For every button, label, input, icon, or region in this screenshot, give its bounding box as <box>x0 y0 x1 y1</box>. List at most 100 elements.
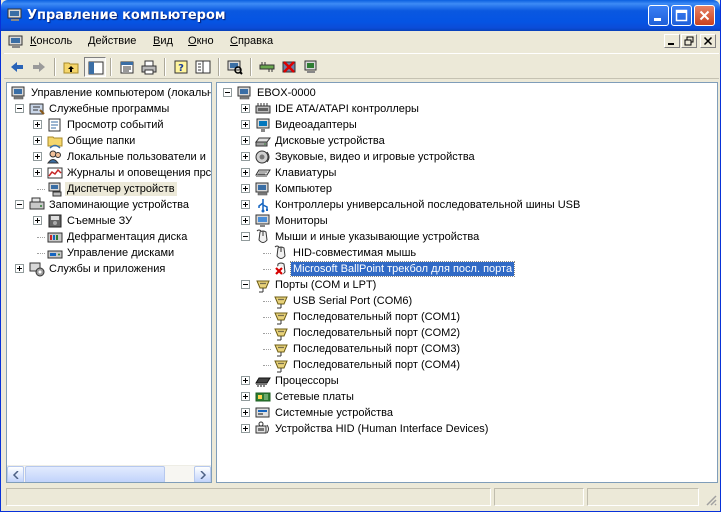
show-hide-tree-button[interactable] <box>84 57 106 77</box>
tree-item[interactable]: Видеоадаптеры <box>217 117 717 133</box>
device-tree-pane[interactable]: EBOX-0000 IDE ATA/ATAPI контроллеры Видеоа… <box>216 82 718 483</box>
expand-icon[interactable] <box>241 136 250 145</box>
expand-icon[interactable] <box>241 216 250 225</box>
resize-grip-icon[interactable] <box>705 494 717 506</box>
expand-icon[interactable] <box>241 104 250 113</box>
back-button[interactable] <box>6 57 28 77</box>
expand-icon[interactable] <box>241 392 250 401</box>
tree-item[interactable]: Запоминающие устройства <box>7 197 211 213</box>
up-folder-icon <box>63 62 79 74</box>
tree-item-label: IDE ATA/ATAPI контроллеры <box>275 103 419 115</box>
tree-item[interactable]: Процессоры <box>217 373 717 389</box>
mdi-close-button[interactable] <box>700 34 716 48</box>
expand-icon[interactable] <box>33 136 42 145</box>
minimize-button[interactable] <box>648 5 669 26</box>
disable-device-button[interactable] <box>300 57 322 77</box>
expand-icon[interactable] <box>241 120 250 129</box>
tree-item[interactable]: Дефрагментация диска <box>7 229 211 245</box>
tree-item[interactable]: Контроллеры универсальной последовательн… <box>217 197 717 213</box>
tree-item[interactable]: IDE ATA/ATAPI контроллеры <box>217 101 717 117</box>
expand-icon[interactable] <box>15 264 24 273</box>
tree-item[interactable]: USB Serial Port (COM6) <box>217 293 717 309</box>
tree-item-label: Последовательный порт (COM3) <box>293 343 461 355</box>
arrow-right-icon <box>200 471 207 479</box>
collapse-icon[interactable] <box>241 280 250 289</box>
tree-item-label: Дисковые устройства <box>275 135 385 147</box>
mdi-minimize-button[interactable] <box>664 34 680 48</box>
scan-hardware-button[interactable] <box>224 57 246 77</box>
tree-item-label: HID-совместимая мышь <box>293 247 417 259</box>
tree-item[interactable]: Компьютер <box>217 181 717 197</box>
tree-item[interactable]: Устройства HID (Human Interface Devices) <box>217 421 717 437</box>
tree-item[interactable]: Управление дисками <box>7 245 211 261</box>
scroll-left-button[interactable] <box>7 466 24 482</box>
menu-item-3[interactable]: Окно <box>188 35 214 47</box>
collapse-icon[interactable] <box>15 104 24 113</box>
menu-item-0[interactable]: Консоль <box>30 35 72 47</box>
tree-item[interactable]: Последовательный порт (COM1) <box>217 309 717 325</box>
expand-icon[interactable] <box>33 216 42 225</box>
console-tree-button[interactable] <box>192 57 214 77</box>
tree-item[interactable]: Просмотр событий <box>7 117 211 133</box>
expand-icon[interactable] <box>33 152 42 161</box>
tree-item[interactable]: Мониторы <box>217 213 717 229</box>
menu-item-4[interactable]: Справка <box>230 35 273 47</box>
tree-item[interactable]: Диспетчер устройств <box>7 181 211 197</box>
scroll-right-button[interactable] <box>194 466 211 482</box>
collapse-icon[interactable] <box>15 200 24 209</box>
expand-icon[interactable] <box>241 184 250 193</box>
expand-icon[interactable] <box>241 152 250 161</box>
tree-item[interactable]: Последовательный порт (COM4) <box>217 357 717 373</box>
uninstall-device-button[interactable] <box>278 57 300 77</box>
properties-button[interactable] <box>116 57 138 77</box>
tree-item[interactable]: Microsoft BallPoint трекбол для посл. по… <box>217 261 717 277</box>
tree-item[interactable]: Звуковые, видео и игровые устройства <box>217 149 717 165</box>
horizontal-scrollbar[interactable] <box>7 465 211 482</box>
menu-label-rest: правка <box>237 35 274 47</box>
mdi-restore-button[interactable] <box>681 34 697 48</box>
close-button[interactable] <box>694 5 715 26</box>
tree-item[interactable]: Порты (COM и LPT) <box>217 277 717 293</box>
expand-icon[interactable] <box>241 200 250 209</box>
menu-item-2[interactable]: Вид <box>153 35 173 47</box>
expand-icon[interactable] <box>33 168 42 177</box>
menu-item-1[interactable]: Действие <box>88 35 136 47</box>
tree-item[interactable]: Системные устройства <box>217 405 717 421</box>
tree-item[interactable]: Общие папки <box>7 133 211 149</box>
expand-icon[interactable] <box>241 168 250 177</box>
collapse-icon[interactable] <box>241 232 250 241</box>
expand-icon[interactable] <box>33 120 42 129</box>
expand-icon[interactable] <box>241 376 250 385</box>
forward-button[interactable] <box>28 57 50 77</box>
scroll-thumb[interactable] <box>25 466 165 482</box>
console-tree-pane[interactable]: Управление компьютером (локальн Служебные… <box>6 82 212 483</box>
maximize-button[interactable] <box>671 5 692 26</box>
tree-item[interactable]: EBOX-0000 <box>217 85 717 101</box>
tree-item[interactable]: Локальные пользователи и <box>7 149 211 165</box>
tree-item[interactable]: Управление компьютером (локальн <box>7 85 211 101</box>
tree-item[interactable]: Дисковые устройства <box>217 133 717 149</box>
title-bar[interactable]: Управление компьютером <box>1 0 720 31</box>
tree-item[interactable]: Мыши и иные указывающие устройства <box>217 229 717 245</box>
collapse-icon[interactable] <box>223 88 232 97</box>
console-icon[interactable] <box>8 34 24 50</box>
update-driver-button[interactable] <box>256 57 278 77</box>
tree-item[interactable]: Служебные программы <box>7 101 211 117</box>
tree-item[interactable]: Клавиатуры <box>217 165 717 181</box>
tree-item[interactable]: Последовательный порт (COM2) <box>217 325 717 341</box>
print-button[interactable] <box>138 57 160 77</box>
help-icon: ? <box>174 60 188 74</box>
expand-icon[interactable] <box>241 408 250 417</box>
tree-item[interactable]: Съемные ЗУ <box>7 213 211 229</box>
tree-item[interactable]: Сетевые платы <box>217 389 717 405</box>
tree-item-label: Последовательный порт (COM4) <box>293 359 461 371</box>
up-folder-button[interactable] <box>60 57 82 77</box>
tree-item[interactable]: Журналы и оповещения прс <box>7 165 211 181</box>
tree-item[interactable]: Последовательный порт (COM3) <box>217 341 717 357</box>
expand-icon[interactable] <box>241 424 250 433</box>
mouse-icon <box>255 229 271 245</box>
maximize-icon <box>675 9 688 22</box>
help-button[interactable]: ? <box>170 57 192 77</box>
tree-item[interactable]: HID-совместимая мышь <box>217 245 717 261</box>
tree-item[interactable]: Службы и приложения <box>7 261 211 277</box>
